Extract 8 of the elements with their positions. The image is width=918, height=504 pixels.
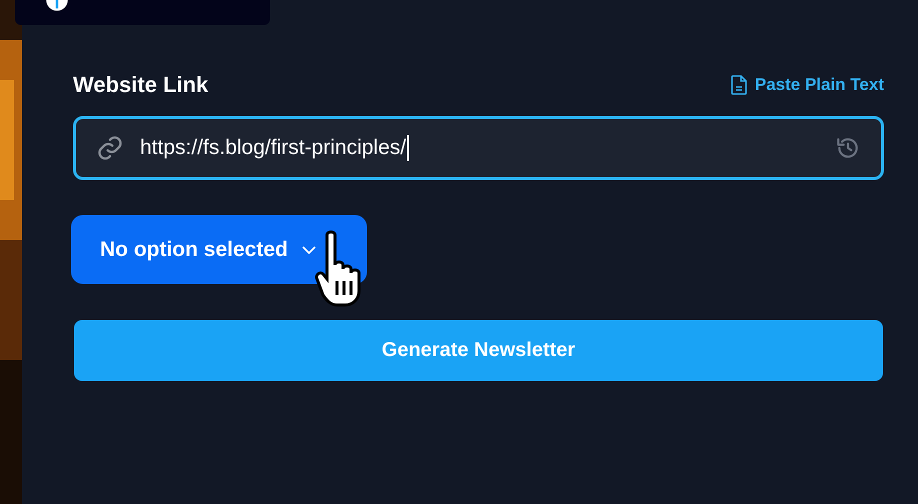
history-icon[interactable] <box>835 135 861 161</box>
field-label: Website Link <box>73 72 208 98</box>
document-icon <box>730 75 747 95</box>
paste-plain-text-link[interactable]: Paste Plain Text <box>730 75 884 95</box>
chevron-down-icon <box>302 246 316 254</box>
link-icon <box>96 134 124 162</box>
url-field[interactable]: https://fs.blog/first-principles/ <box>73 116 884 180</box>
url-value: https://fs.blog/first-principles/ <box>140 136 406 160</box>
